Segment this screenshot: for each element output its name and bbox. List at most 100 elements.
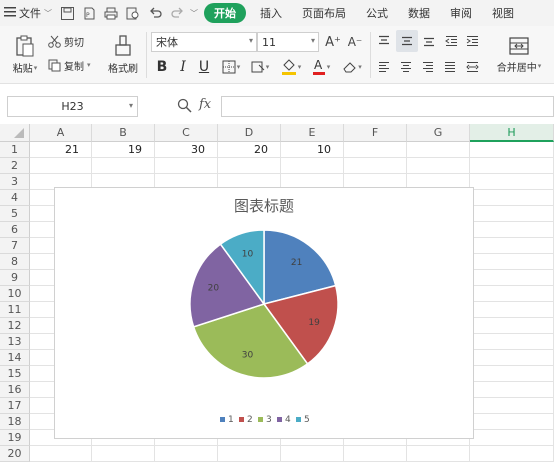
cell-h19[interactable] (470, 430, 554, 446)
redo-icon[interactable] (166, 2, 188, 24)
column-header-a[interactable]: A (30, 124, 92, 142)
fill-color-button[interactable]: ▾ (277, 56, 305, 78)
format-painter-button[interactable]: 格式刷 (104, 30, 142, 80)
cell-h9[interactable] (470, 270, 554, 286)
row-header-17[interactable]: 17 (0, 398, 30, 414)
cell-h14[interactable] (470, 350, 554, 366)
cell-c2[interactable] (155, 158, 218, 174)
cell-h16[interactable] (470, 382, 554, 398)
merge-center-button[interactable]: 合并居中 ▾ (490, 30, 548, 80)
row-header-16[interactable]: 16 (0, 382, 30, 398)
cell-h2[interactable] (470, 158, 554, 174)
tab-formulas[interactable]: 公式 (356, 0, 398, 26)
decrease-indent-button[interactable] (442, 32, 460, 50)
column-header-b[interactable]: B (92, 124, 155, 142)
decrease-font-size-button[interactable]: A⁻ (345, 32, 365, 52)
cell-d2[interactable] (218, 158, 281, 174)
cell-h10[interactable] (470, 286, 554, 302)
formula-input[interactable] (221, 96, 554, 117)
column-header-f[interactable]: F (344, 124, 407, 142)
cell-g2[interactable] (407, 158, 470, 174)
cell-g1[interactable] (407, 142, 470, 158)
align-top-button[interactable] (375, 32, 393, 50)
distribute-button[interactable] (462, 58, 482, 76)
cell-h1[interactable] (470, 142, 554, 158)
cell-a2[interactable] (30, 158, 92, 174)
row-header-8[interactable]: 8 (0, 254, 30, 270)
chevron-down-icon[interactable]: ﹀ (188, 2, 200, 24)
column-header-h[interactable]: H (470, 124, 554, 142)
row-header-10[interactable]: 10 (0, 286, 30, 302)
tab-insert[interactable]: 插入 (250, 0, 292, 26)
increase-font-size-button[interactable]: A⁺ (323, 32, 343, 52)
undo-icon[interactable] (144, 2, 166, 24)
column-header-d[interactable]: D (218, 124, 281, 142)
cell-h7[interactable] (470, 238, 554, 254)
cell-h11[interactable] (470, 302, 554, 318)
spreadsheet-grid[interactable]: ABCDEFGH 1 2 3 4 5 6 7 8 9 10 11 12 13 14 15 16 17 18 19 20… (0, 124, 554, 462)
cell-e2[interactable] (281, 158, 344, 174)
cut-button[interactable]: 剪切 (48, 32, 84, 50)
column-header-c[interactable]: C (155, 124, 218, 142)
row-header-11[interactable]: 11 (0, 302, 30, 318)
save-icon[interactable] (56, 2, 78, 24)
increase-indent-button[interactable] (463, 32, 481, 50)
italic-button[interactable]: I (174, 58, 192, 76)
cell-h8[interactable] (470, 254, 554, 270)
row-header-7[interactable]: 7 (0, 238, 30, 254)
cell-e1[interactable]: 10 (281, 142, 344, 158)
print-icon[interactable] (100, 2, 122, 24)
chart-container[interactable]: 图表标题 21 19 30 20 10 1 2 3 4 5 (54, 187, 474, 439)
select-all-corner[interactable] (0, 124, 30, 142)
cell-h12[interactable] (470, 318, 554, 334)
name-box[interactable]: H23 ▾ (7, 96, 138, 117)
align-center-button[interactable] (397, 58, 415, 76)
cell-h13[interactable] (470, 334, 554, 350)
cell-format-button[interactable]: ▾ (247, 58, 273, 76)
cell-h4[interactable] (470, 190, 554, 206)
row-header-4[interactable]: 4 (0, 190, 30, 206)
clear-button[interactable]: ▾ (338, 58, 366, 76)
row-header-1[interactable]: 1 (0, 142, 30, 158)
export-pdf-icon[interactable]: P (78, 2, 100, 24)
column-header-e[interactable]: E (281, 124, 344, 142)
row-header-9[interactable]: 9 (0, 270, 30, 286)
cell-d1[interactable]: 20 (218, 142, 281, 158)
tab-view[interactable]: 视图 (482, 0, 524, 26)
zoom-search-icon[interactable] (177, 98, 193, 114)
cell-f1[interactable] (344, 142, 407, 158)
row-header-5[interactable]: 5 (0, 206, 30, 222)
cell-h15[interactable] (470, 366, 554, 382)
tab-home[interactable]: 开始 (204, 3, 246, 23)
underline-button[interactable]: U (195, 58, 213, 76)
function-button[interactable]: fx (199, 97, 211, 112)
align-left-button[interactable] (375, 58, 393, 76)
cell-h3[interactable] (470, 174, 554, 190)
row-header-12[interactable]: 12 (0, 318, 30, 334)
font-size-select[interactable]: 11 ▾ (257, 32, 319, 52)
justify-button[interactable] (441, 58, 459, 76)
align-bottom-button[interactable] (420, 32, 438, 50)
font-color-button[interactable]: A ▾ (307, 56, 335, 78)
paste-button[interactable]: 粘贴 ▾ (8, 30, 42, 80)
cell-h17[interactable] (470, 398, 554, 414)
bold-button[interactable]: B (153, 58, 171, 76)
cell-b2[interactable] (92, 158, 155, 174)
cell-h5[interactable] (470, 206, 554, 222)
print-preview-icon[interactable] (122, 2, 144, 24)
cell-h6[interactable] (470, 222, 554, 238)
tab-review[interactable]: 审阅 (440, 0, 482, 26)
row-header-2[interactable]: 2 (0, 158, 30, 174)
borders-button[interactable]: ▾ (218, 58, 244, 76)
tab-data[interactable]: 数据 (398, 0, 440, 26)
tab-page-layout[interactable]: 页面布局 (292, 0, 356, 26)
cell-c1[interactable]: 30 (155, 142, 218, 158)
cell-a1[interactable]: 21 (30, 142, 92, 158)
align-middle-button[interactable] (396, 30, 418, 52)
row-header-18[interactable]: 18 (0, 414, 30, 430)
row-header-19[interactable]: 19 (0, 430, 30, 446)
font-name-select[interactable]: 宋体 ▾ (151, 32, 257, 52)
row-header-14[interactable]: 14 (0, 350, 30, 366)
copy-button[interactable]: 复制 ▾ (48, 56, 91, 74)
align-right-button[interactable] (419, 58, 437, 76)
